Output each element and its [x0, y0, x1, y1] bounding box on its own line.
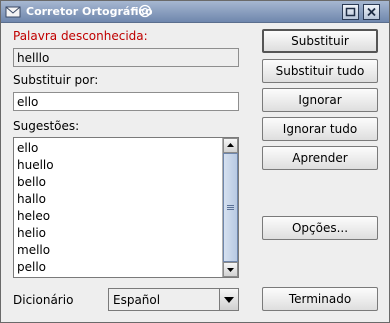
suggestion-item[interactable]: huello: [17, 157, 219, 174]
scroll-down-button[interactable]: [223, 262, 238, 277]
suggestion-item[interactable]: bello: [17, 174, 219, 191]
title-bar[interactable]: Corretor Ortográfico: [1, 1, 389, 23]
suggestion-item[interactable]: pello: [17, 259, 219, 276]
envelope-icon: [5, 6, 21, 18]
replace-with-value: ello: [17, 95, 39, 109]
suggestions-label: Sugestões:: [13, 119, 80, 133]
suggestion-item[interactable]: ello: [17, 140, 219, 157]
swirl-logo-icon: [138, 4, 152, 18]
ignore-button[interactable]: Ignorar: [262, 88, 378, 112]
unknown-word-label: Palavra desconhecida:: [13, 29, 148, 43]
replace-with-input[interactable]: ello: [13, 92, 239, 111]
scroll-up-button[interactable]: [223, 138, 238, 153]
unknown-word-field: helllo: [13, 48, 239, 67]
grip-line: [227, 207, 234, 208]
done-button[interactable]: Terminado: [262, 287, 378, 311]
maximize-button[interactable]: [342, 4, 359, 20]
spell-checker-window: Corretor Ortográfico Palavra desconhecid…: [0, 0, 390, 323]
arrow-down-icon: [227, 268, 234, 272]
options-button[interactable]: Opções...: [262, 216, 378, 240]
suggestions-list[interactable]: ello huello bello hallo heleo helio mello pello: [13, 137, 239, 278]
scroll-thumb[interactable]: [223, 153, 238, 262]
arrow-up-icon: [227, 143, 234, 147]
ignore-all-button[interactable]: Ignorar tudo: [262, 117, 378, 141]
dictionary-selected-value: Español: [113, 293, 161, 307]
grip-line: [227, 205, 234, 206]
maximize-icon: [345, 7, 356, 17]
suggestion-item[interactable]: mello: [17, 242, 219, 259]
chevron-down-icon: [224, 297, 234, 303]
suggestions-items: ello huello bello hallo heleo helio mello pello: [14, 138, 222, 277]
close-icon: [367, 7, 376, 17]
dictionary-select[interactable]: Español: [108, 288, 239, 311]
suggestion-item[interactable]: helio: [17, 225, 219, 242]
window-title: Corretor Ortográfico: [26, 5, 153, 18]
grip-line: [227, 209, 234, 210]
dictionary-label: Dicionário: [13, 293, 74, 307]
replace-with-label: Substituir por:: [13, 73, 99, 87]
learn-button[interactable]: Aprender: [262, 146, 378, 170]
suggestion-item[interactable]: heleo: [17, 208, 219, 225]
suggestion-item[interactable]: hallo: [17, 191, 219, 208]
replace-button[interactable]: Substituir: [262, 29, 378, 53]
close-button[interactable]: [363, 4, 380, 20]
suggestions-scrollbar[interactable]: [222, 138, 238, 277]
replace-all-button[interactable]: Substituir tudo: [262, 59, 378, 83]
unknown-word-value: helllo: [17, 51, 50, 65]
dictionary-dropdown-button[interactable]: [219, 289, 238, 310]
